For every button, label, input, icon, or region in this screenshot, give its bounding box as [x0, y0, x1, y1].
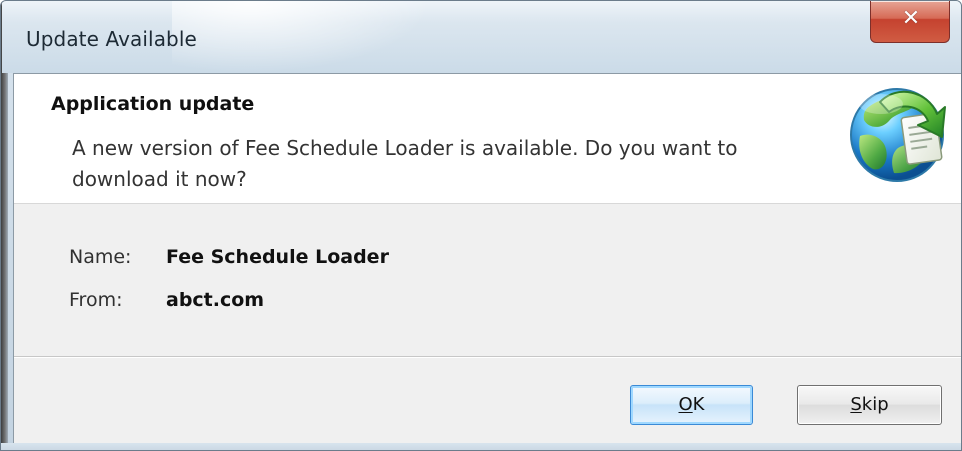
skip-button[interactable]: Skip [797, 385, 942, 425]
header-title: Application update [51, 93, 255, 115]
ok-button[interactable]: OK [630, 385, 753, 425]
title-bar[interactable]: Update Available ✕ [2, 1, 961, 73]
skip-mnemonic: S [850, 394, 862, 415]
button-area-separator [14, 356, 961, 357]
skip-label-rest: kip [861, 394, 889, 415]
update-dialog-window: Update Available ✕ Application update A … [0, 0, 962, 451]
title-bar-glow [172, 1, 432, 73]
publisher-domain-value: abct.com [166, 289, 265, 311]
window-title: Update Available [26, 27, 197, 51]
name-label: Name: [69, 246, 132, 268]
close-button[interactable]: ✕ [870, 1, 950, 43]
close-icon: ✕ [901, 6, 921, 31]
dialog-button-panel: OK Skip [14, 358, 961, 444]
dialog-client-area: Application update A new version of Fee … [13, 73, 961, 444]
application-name-value: Fee Schedule Loader [166, 246, 389, 268]
update-globe-icon [850, 88, 946, 182]
update-header-panel: Application update A new version of Fee … [14, 74, 961, 204]
update-message: A new version of Fee Schedule Loader is … [72, 136, 738, 191]
ok-mnemonic: O [678, 394, 693, 415]
from-label: From: [69, 289, 123, 311]
ok-label-rest: K [692, 394, 705, 415]
window-bottom-border [1, 443, 961, 450]
update-details-panel: Name: Fee Schedule Loader From: abct.com [14, 204, 961, 356]
